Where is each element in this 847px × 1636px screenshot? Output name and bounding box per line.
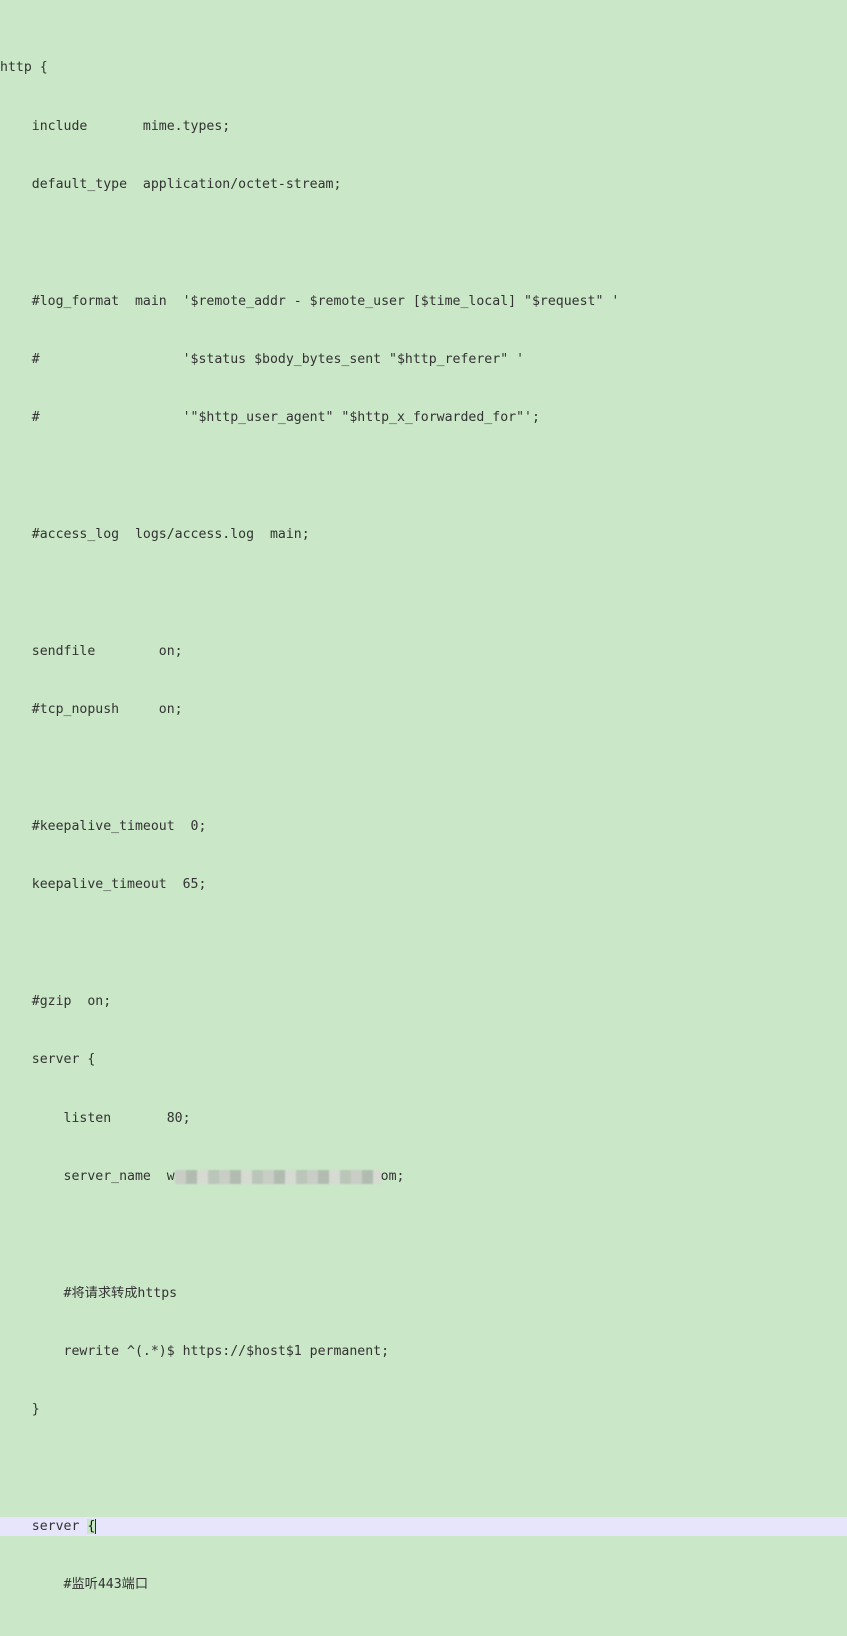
code-line-active[interactable]: server { (0, 1517, 847, 1536)
matching-bracket: { (87, 1519, 95, 1534)
code-text: server { (0, 1052, 95, 1067)
code-line[interactable]: server_name w om; (0, 1167, 847, 1186)
redacted-domain (175, 1170, 381, 1184)
code-line-blank[interactable] (0, 467, 847, 486)
code-line[interactable]: http { (0, 58, 847, 77)
code-line[interactable]: listen 80; (0, 1109, 847, 1128)
code-text: rewrite ^(.*)$ https://$host$1 permanent… (0, 1344, 389, 1359)
code-line-blank[interactable] (0, 758, 847, 777)
code-line-blank[interactable] (0, 583, 847, 602)
code-text: sendfile on; (0, 644, 183, 659)
code-line[interactable]: #tcp_nopush on; (0, 700, 847, 719)
code-text: } (0, 1402, 40, 1417)
code-line[interactable]: } (0, 1400, 847, 1419)
code-text: default_type application/octet-stream; (0, 177, 341, 192)
code-line[interactable]: #监听443端口 (0, 1575, 847, 1594)
code-line-blank[interactable] (0, 934, 847, 953)
code-line[interactable]: #将请求转成https (0, 1284, 847, 1303)
code-line-blank[interactable] (0, 1459, 847, 1478)
code-text: #keepalive_timeout 0; (0, 819, 206, 834)
code-text: keepalive_timeout 65; (0, 877, 206, 892)
code-text: http { (0, 60, 48, 75)
code-line[interactable]: listen 443; (0, 1634, 847, 1636)
code-text: #将请求转成https (0, 1286, 177, 1301)
code-text: # '$status $body_bytes_sent "$http_refer… (0, 352, 524, 367)
code-line[interactable]: sendfile on; (0, 642, 847, 661)
code-text: #监听443端口 (0, 1577, 148, 1592)
code-text: # '"$http_user_agent" "$http_x_forwarded… (0, 410, 540, 425)
code-line[interactable]: keepalive_timeout 65; (0, 875, 847, 894)
code-line-blank[interactable] (0, 1225, 847, 1244)
code-text: #tcp_nopush on; (0, 702, 183, 717)
code-text: server_name w (0, 1169, 175, 1184)
code-line-blank[interactable] (0, 233, 847, 252)
code-text: #log_format main '$remote_addr - $remote… (0, 294, 619, 309)
code-text: server (0, 1519, 87, 1534)
code-text: om; (381, 1169, 405, 1184)
code-text: #gzip on; (0, 994, 111, 1009)
code-line[interactable]: #keepalive_timeout 0; (0, 817, 847, 836)
code-text: #access_log logs/access.log main; (0, 527, 310, 542)
code-editor[interactable]: http { include mime.types; default_type … (0, 0, 847, 818)
code-line[interactable]: #access_log logs/access.log main; (0, 525, 847, 544)
code-line[interactable]: server { (0, 1050, 847, 1069)
code-line[interactable]: include mime.types; (0, 117, 847, 136)
code-line[interactable]: #log_format main '$remote_addr - $remote… (0, 292, 847, 311)
code-line[interactable]: # '$status $body_bytes_sent "$http_refer… (0, 350, 847, 369)
code-text: listen 80; (0, 1111, 191, 1126)
code-text: include mime.types; (0, 119, 230, 134)
code-line[interactable]: # '"$http_user_agent" "$http_x_forwarded… (0, 408, 847, 427)
code-line[interactable]: default_type application/octet-stream; (0, 175, 847, 194)
code-line[interactable]: #gzip on; (0, 992, 847, 1011)
code-line[interactable]: rewrite ^(.*)$ https://$host$1 permanent… (0, 1342, 847, 1361)
text-caret (95, 1519, 96, 1534)
